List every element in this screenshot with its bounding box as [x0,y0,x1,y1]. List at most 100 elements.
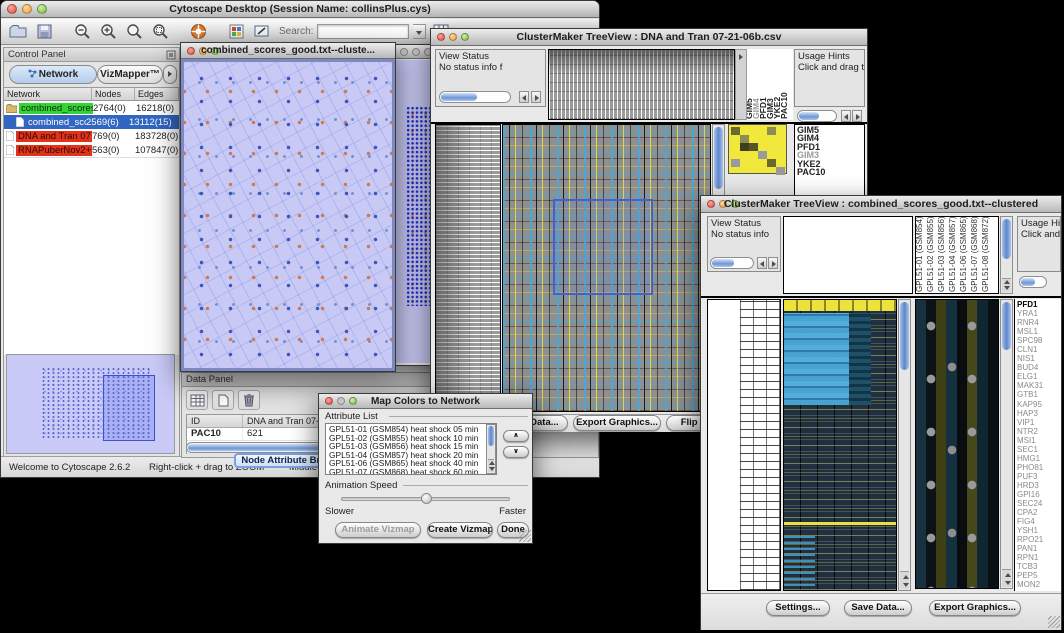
column-tree-area[interactable] [783,216,913,294]
gene-label: FIG4 [1017,517,1059,526]
scroll-right-button[interactable] [852,110,862,122]
zoom-scrollbar[interactable] [1000,299,1013,589]
status-scroll-pill[interactable] [439,91,511,103]
column-dendrogram[interactable] [548,49,735,120]
overview-viewport-rect[interactable] [103,375,155,441]
open-session-button[interactable] [7,22,29,42]
search-dropdown-arrow[interactable] [413,24,426,39]
dialog-titlebar[interactable]: Map Colors to Network [319,394,532,409]
select-attributes-button[interactable] [186,390,208,410]
view-status-line1: View Status [711,218,777,229]
heatmap-global-view[interactable] [783,299,897,591]
scrollbar-arrows[interactable] [900,571,909,589]
column-label: PAC10 [779,92,789,119]
move-down-button[interactable]: ∨ [503,446,529,458]
pane-divider[interactable] [735,49,747,120]
network-name: combined_sco [26,117,86,128]
scrollbar-thumb[interactable] [1002,302,1011,350]
column-label: GPL51-04 (GSM857) [948,216,957,292]
close-button[interactable] [400,48,408,56]
treeview1-titlebar[interactable]: ClusterMaker TreeView : DNA and Tran 07-… [431,29,867,46]
scroll-right-button[interactable] [768,257,778,269]
network-row-selected[interactable]: combined_sco 2569(6) 13112(15) [4,115,179,129]
tab-overflow-arrow[interactable] [163,65,177,84]
help-button[interactable] [187,22,209,42]
scrollbar-arrows[interactable] [1002,569,1011,587]
resize-grip[interactable] [1048,616,1060,628]
resize-grip[interactable] [519,530,531,542]
labels-scrollbar[interactable] [1000,216,1013,294]
scrollbar-thumb[interactable] [441,93,477,101]
settings-button[interactable]: Settings... [766,600,830,616]
gene-label: TCB3 [1017,562,1059,571]
move-up-button[interactable]: ∧ [503,430,529,442]
tab-vizmapper[interactable]: VizMapper™ [97,65,163,84]
save-session-button[interactable] [33,22,55,42]
create-vizmap-button[interactable]: Create Vizmap [427,522,493,538]
zoom-fit-button[interactable] [123,22,145,42]
scrollbar-thumb[interactable] [1021,278,1035,286]
scroll-left-button[interactable] [757,257,767,269]
folder-open-icon [9,24,27,39]
network1-canvas[interactable] [181,59,395,371]
correlation-matrix[interactable] [728,124,787,174]
minimize-button[interactable] [412,48,420,56]
treeview2-titlebar[interactable]: ClusterMaker TreeView : combined_scores_… [701,196,1061,213]
status-scroll-pill[interactable] [710,257,754,269]
global-scrollbar[interactable] [898,299,911,591]
vizmapper-shortcut-button[interactable] [225,22,247,42]
gene-label: MON2 [1017,580,1059,589]
gene-label: RPO21 [1017,535,1059,544]
list-scrollbar[interactable] [486,424,496,474]
heatmap-selection-rect[interactable] [553,199,653,295]
network-row[interactable]: combined_scores 2764(0) 16218(0) [4,101,179,115]
float-panel-icon[interactable] [166,50,176,60]
tab-network[interactable]: Network [9,65,97,84]
scroll-right-button[interactable] [531,91,541,103]
scrollbar-arrows[interactable] [488,459,494,472]
export-graphics-button[interactable]: Export Graphics... [929,600,1021,616]
export-graphics-button[interactable]: Export Graphics... [573,415,661,431]
search-input[interactable] [317,24,409,39]
gene-label: SEC1 [1017,445,1059,454]
network-row[interactable]: DNA and Tran 07 769(0) 183728(0) [4,129,179,143]
animate-vizmap-button[interactable]: Animate Vizmap [335,522,421,538]
row-dendrogram[interactable] [707,299,781,591]
hints-scroll-pill[interactable] [797,110,837,122]
hints-scroll-pill[interactable] [1019,276,1047,288]
heatmap-zoom-view[interactable] [915,299,999,589]
save-data-button[interactable]: Save Data... [844,600,912,616]
scrollbar-thumb[interactable] [1002,219,1011,259]
col-id: ID [187,415,243,427]
annotation-button[interactable] [251,22,273,42]
attribute-list[interactable]: GPL51-01 (GSM854) heat shock 05 min GPL5… [325,423,497,475]
zoom-in-button[interactable] [97,22,119,42]
delete-attribute-button[interactable] [238,390,260,410]
scroll-left-button[interactable] [519,91,529,103]
scrollbar-thumb[interactable] [712,259,734,267]
zoom-out-button[interactable] [71,22,93,42]
main-titlebar[interactable]: Cytoscape Desktop (Session Name: collins… [1,1,599,18]
chevron-up-icon: ∧ [513,432,519,439]
network-row[interactable]: RNAPuberNov2+ 563(0) 107847(0) [4,143,179,157]
scrollbar-thumb[interactable] [488,426,494,446]
zoom-selected-button[interactable] [149,22,171,42]
heatmap-global-view[interactable] [502,124,711,412]
network1-titlebar[interactable]: combined_scores_good.txt--cluste... [181,43,395,59]
scroll-left-button[interactable] [841,110,851,122]
scrollbar-thumb[interactable] [714,127,723,189]
attribute-item[interactable]: GPL51-07 (GSM868) heat shock 60 min [329,468,493,475]
scrollbar-thumb[interactable] [900,302,909,370]
group-divider [403,485,528,486]
usage-hints-line2: Click and [1021,229,1057,240]
new-attribute-button[interactable] [212,390,234,410]
speed-slider-thumb[interactable] [421,493,432,504]
column-label: GPL51-01 (GSM854) [915,216,924,292]
pane-separator [701,296,1061,298]
row-dendrogram[interactable] [435,124,501,412]
scrollbar-arrows[interactable] [1002,278,1011,292]
save-data-label: Save Data... [851,602,904,613]
scrollbar-thumb[interactable] [799,112,819,120]
network-overview-thumbnail[interactable] [6,354,175,454]
status-welcome: Welcome to Cytoscape 2.6.2 [9,462,130,473]
